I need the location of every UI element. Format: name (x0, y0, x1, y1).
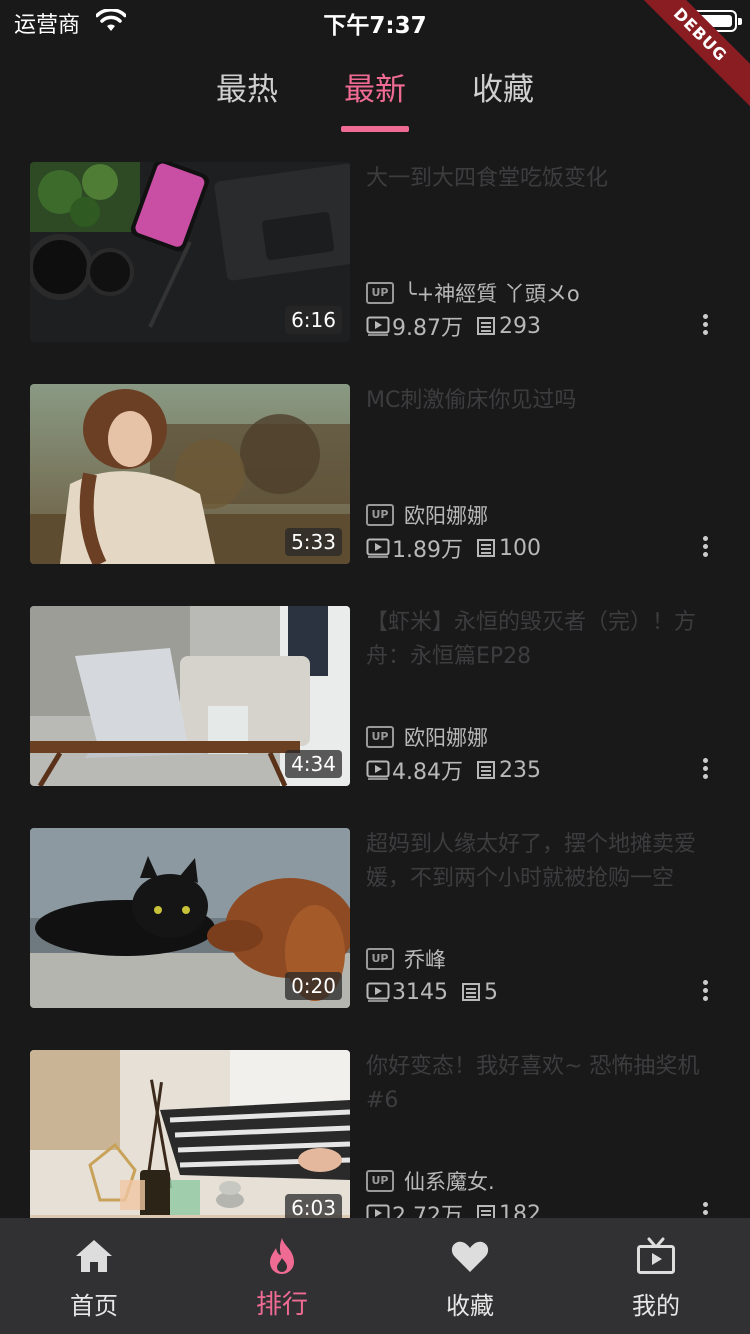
video-thumbnail[interactable]: 5:33 (30, 384, 350, 564)
view-count: 2.72万 (392, 1204, 463, 1218)
video-title[interactable]: 你好变态！我好喜欢~ 恐怖抽奖机#6 (366, 1050, 716, 1118)
more-options-icon[interactable] (700, 1202, 710, 1218)
author-row: UP 欧阳娜娜 (366, 724, 488, 750)
author-name[interactable]: 欧阳娜娜 (404, 722, 488, 752)
video-thumbnail[interactable]: 4:34 (30, 606, 350, 786)
play-count-icon (366, 1204, 390, 1218)
stats-row: 2.72万 182 (366, 1200, 541, 1218)
video-thumbnail[interactable]: 6:16 (30, 162, 350, 342)
stats-row: 3145 5 (366, 978, 498, 1006)
author-row: UP ╰+神經質 丫頭メo (366, 280, 580, 306)
author-name[interactable]: 乔峰 (404, 944, 446, 974)
play-count-icon (366, 316, 390, 336)
author-name[interactable]: 欧阳娜娜 (404, 500, 488, 530)
video-duration: 4:34 (285, 750, 342, 778)
stats-row: 1.89万 100 (366, 534, 541, 563)
video-thumbnail[interactable]: 6:03 (30, 1050, 350, 1218)
up-badge: UP (366, 282, 394, 304)
danmaku-count: 235 (499, 757, 541, 783)
video-item[interactable]: 6:03 你好变态！我好喜欢~ 恐怖抽奖机#6 UP 仙系魔女. 2.72万 1… (30, 1050, 720, 1218)
video-duration: 0:20 (285, 972, 342, 1000)
author-name[interactable]: ╰+神經質 丫頭メo (404, 278, 580, 308)
nav-home-label: 首页 (70, 1292, 118, 1320)
author-name[interactable]: 仙系魔女. (404, 1166, 495, 1196)
play-count-icon (366, 760, 390, 780)
heart-icon (451, 1241, 489, 1272)
up-badge: UP (366, 1170, 394, 1192)
nav-ranking-label: 排行 (255, 1290, 308, 1320)
danmaku-icon (477, 539, 495, 557)
up-badge: UP (366, 948, 394, 970)
video-duration: 5:33 (285, 528, 342, 556)
more-options-icon[interactable] (700, 758, 710, 784)
tv-icon (637, 1237, 675, 1274)
view-count: 9.87万 (392, 316, 463, 341)
danmaku-count: 182 (499, 1201, 541, 1219)
video-list[interactable]: 6:16 大一到大四食堂吃饭变化 UP ╰+神經質 丫頭メo 9.87万 293 (0, 140, 750, 1218)
video-title[interactable]: 大一到大四食堂吃饭变化 (366, 162, 716, 196)
video-thumbnail[interactable]: 0:20 (30, 828, 350, 1008)
up-badge: UP (366, 504, 394, 526)
danmaku-count: 100 (499, 535, 541, 561)
more-options-icon[interactable] (700, 536, 710, 562)
stats-row: 9.87万 293 (366, 312, 541, 341)
tab-favorites[interactable]: 收藏 (455, 64, 551, 109)
danmaku-count: 5 (484, 979, 498, 1005)
nav-favorites-label: 收藏 (446, 1292, 494, 1320)
play-count-icon (366, 982, 390, 1002)
more-options-icon[interactable] (700, 314, 710, 340)
category-tabs: 最热 最新 收藏 (0, 50, 750, 132)
clock: 下午7:37 (323, 13, 427, 39)
danmaku-icon (477, 317, 495, 335)
tab-hot[interactable]: 最热 (199, 64, 295, 109)
tab-indicator (341, 126, 409, 132)
video-title[interactable]: MC刺激偷床你见过吗 (366, 384, 716, 418)
video-item[interactable]: 0:20 超妈到人缘太好了，摆个地摊卖爱媛，不到两个小时就被抢购一空 UP 乔峰… (30, 828, 720, 1008)
nav-favorites[interactable]: 收藏 (376, 1218, 564, 1334)
view-count: 4.84万 (392, 760, 463, 785)
nav-profile-label: 我的 (632, 1292, 680, 1320)
video-duration: 6:03 (285, 1194, 342, 1218)
up-badge: UP (366, 726, 394, 748)
author-row: UP 仙系魔女. (366, 1168, 495, 1194)
video-item[interactable]: 4:34 【虾米】永恒的毁灭者（完）！方舟：永恒篇EP28 UP 欧阳娜娜 4.… (30, 606, 720, 786)
more-options-icon[interactable] (700, 980, 710, 1006)
stats-row: 4.84万 235 (366, 756, 541, 785)
nav-home[interactable]: 首页 (0, 1218, 188, 1334)
video-title[interactable]: 【虾米】永恒的毁灭者（完）！方舟：永恒篇EP28 (366, 606, 716, 674)
bottom-navigation: 首页 排行 收藏 我的 (0, 1218, 750, 1334)
author-row: UP 乔峰 (366, 946, 446, 972)
status-bar: 运营商 下午7:37 (0, 0, 750, 44)
video-item[interactable]: 6:16 大一到大四食堂吃饭变化 UP ╰+神經質 丫頭メo 9.87万 293 (30, 162, 720, 342)
danmaku-icon (477, 1205, 495, 1218)
video-duration: 6:16 (285, 306, 342, 334)
danmaku-icon (462, 983, 480, 1001)
video-item[interactable]: 5:33 MC刺激偷床你见过吗 UP 欧阳娜娜 1.89万 100 (30, 384, 720, 564)
nav-profile[interactable]: 我的 (562, 1218, 750, 1334)
view-count: 1.89万 (392, 538, 463, 563)
thumbnail-image (30, 1050, 350, 1218)
danmaku-count: 293 (499, 313, 541, 339)
app-screen: 运营商 下午7:37 DEBUG 最热 最新 收藏 6:16 大一到大四食堂吃饭… (0, 0, 750, 1334)
play-count-icon (366, 538, 390, 558)
danmaku-icon (477, 761, 495, 779)
view-count: 3145 (392, 979, 448, 1005)
video-title[interactable]: 超妈到人缘太好了，摆个地摊卖爱媛，不到两个小时就被抢购一空 (366, 828, 716, 896)
author-row: UP 欧阳娜娜 (366, 502, 488, 528)
flame-icon (270, 1238, 294, 1274)
home-icon (76, 1240, 112, 1272)
nav-ranking[interactable]: 排行 (188, 1218, 376, 1334)
tab-latest[interactable]: 最新 (327, 64, 423, 109)
